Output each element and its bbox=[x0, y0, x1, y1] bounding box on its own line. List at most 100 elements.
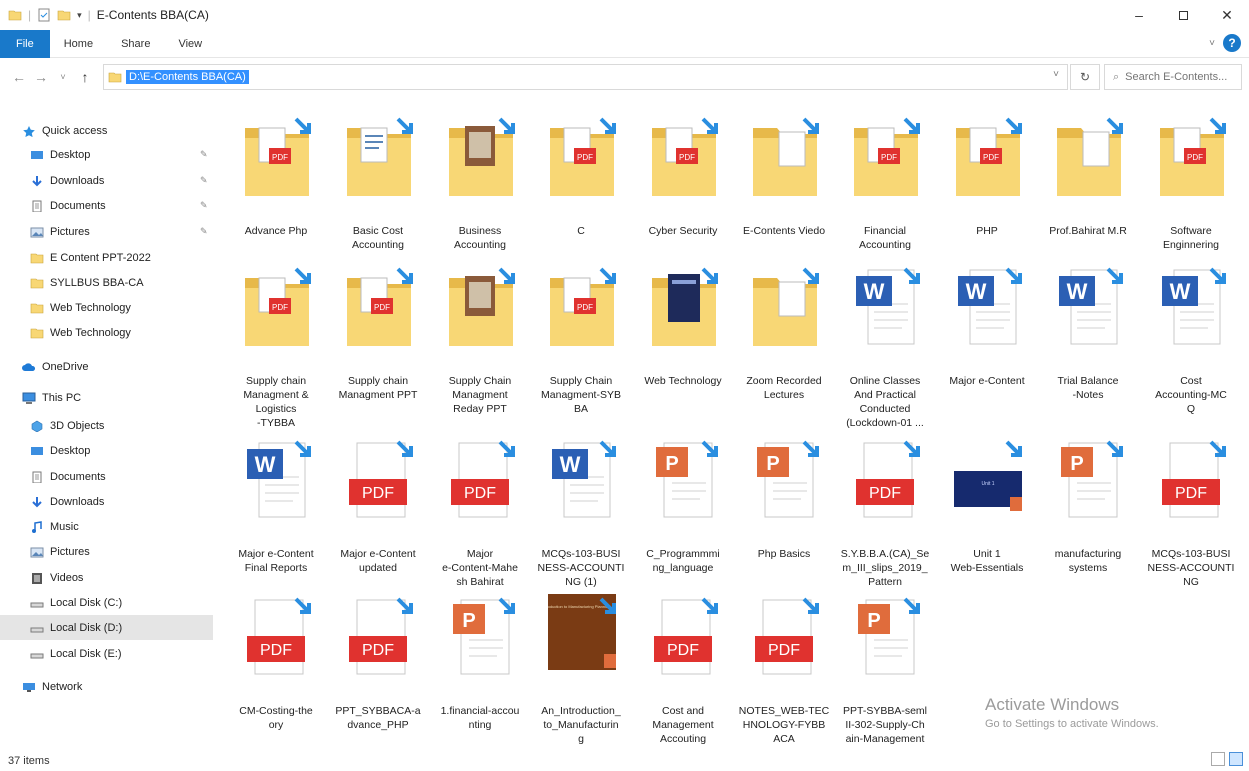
file-item[interactable]: P PPT-SYBBA-seml II-302-Supply-Ch ain-Manag… bbox=[834, 594, 936, 754]
file-item[interactable]: An Introduction to Manufacturing Plannin… bbox=[530, 594, 632, 754]
file-item[interactable]: P C_Programmmi ng_language bbox=[632, 437, 734, 597]
sidebar-item[interactable]: E Content PPT-2022 bbox=[0, 245, 213, 270]
maximize-button[interactable] bbox=[1161, 0, 1205, 30]
file-name-label: C_Programmmi ng_language bbox=[646, 548, 720, 574]
file-name-label: Cost and Management Accouting bbox=[652, 705, 714, 745]
svg-text:PDF: PDF bbox=[881, 153, 897, 162]
file-item[interactable]: P 1.financial-accou nting bbox=[429, 594, 531, 754]
tab-home[interactable]: Home bbox=[50, 30, 107, 58]
folder-item[interactable]: PDF Financial Accounting bbox=[834, 114, 936, 274]
pin-icon[interactable]: ✎ bbox=[200, 149, 208, 160]
customize-chevron-icon[interactable]: ▾ bbox=[77, 10, 82, 21]
shortcut-arrow-icon bbox=[802, 267, 819, 284]
file-item[interactable]: Pmanufacturing systems bbox=[1037, 437, 1139, 597]
back-arrow-icon[interactable]: ← bbox=[8, 69, 30, 85]
address-bar[interactable]: D:\E-Contents BBA(CA) ˅ bbox=[103, 64, 1068, 90]
recent-locations-chevron-icon[interactable]: ˅ bbox=[52, 72, 74, 82]
sidebar-item[interactable]: Local Disk (C:) bbox=[0, 590, 213, 615]
sidebar-item[interactable]: Documents bbox=[0, 464, 213, 489]
folder-item[interactable]: PDF PHP bbox=[936, 114, 1038, 274]
folder-icon bbox=[108, 72, 122, 83]
tab-share[interactable]: Share bbox=[107, 30, 164, 58]
file-item[interactable]: PDF Cost and Management Accouting bbox=[632, 594, 734, 754]
large-icons-view-button[interactable] bbox=[1229, 752, 1243, 766]
help-icon[interactable]: ? bbox=[1223, 34, 1241, 52]
sidebar-item[interactable]: OneDrive bbox=[0, 354, 213, 379]
file-item[interactable]: W Major e-Content bbox=[936, 264, 1038, 424]
tab-view[interactable]: View bbox=[164, 30, 216, 58]
folder-item[interactable]: Basic Cost Accounting bbox=[327, 114, 429, 274]
file-item[interactable]: PDF PPT_SYBBACA-a dvance_PHP bbox=[327, 594, 429, 754]
folder-item[interactable]: PDF Advance Php bbox=[225, 114, 327, 274]
folder-item[interactable]: Zoom Recorded Lectures bbox=[733, 264, 835, 424]
sidebar-item[interactable]: Local Disk (E:) bbox=[0, 641, 213, 666]
file-item[interactable]: P Php Basics bbox=[733, 437, 835, 597]
separator: | bbox=[87, 8, 91, 22]
address-path[interactable]: D:\E-Contents BBA(CA) bbox=[126, 70, 249, 84]
file-name-label: Major e-Content Final Reports bbox=[238, 548, 314, 574]
file-item[interactable]: PDF CM-Costing-the ory bbox=[225, 594, 327, 754]
file-item[interactable]: PDF Major e-Content updated bbox=[327, 437, 429, 597]
sidebar-item[interactable]: This PC bbox=[0, 385, 213, 410]
file-item[interactable]: W MCQs-103-BUSI NESS-ACCOUNTI NG (1) bbox=[530, 437, 632, 597]
new-folder-icon[interactable] bbox=[57, 8, 71, 22]
sidebar-item[interactable]: Desktop ✎ bbox=[0, 142, 213, 167]
sidebar-item[interactable]: Documents ✎ bbox=[0, 193, 213, 218]
folder-item[interactable]: PDF C bbox=[530, 114, 632, 274]
folder-item[interactable]: PDF Cyber Security bbox=[632, 114, 734, 274]
sidebar-item[interactable]: SYLLBUS BBA-CA bbox=[0, 270, 213, 295]
file-item[interactable]: W Trial Balance -Notes bbox=[1037, 264, 1139, 424]
search-box[interactable]: ⌕ bbox=[1104, 64, 1242, 90]
refresh-button[interactable]: ↻ bbox=[1070, 64, 1100, 90]
folder-item[interactable]: PDF Supply chain Managment PPT bbox=[327, 264, 429, 424]
folder-item[interactable]: Supply Chain Managment Reday PPT bbox=[429, 264, 531, 424]
sidebar-item[interactable]: Downloads ✎ bbox=[0, 168, 213, 193]
shortcut-arrow-icon bbox=[396, 267, 413, 284]
sidebar-item[interactable]: Music bbox=[0, 514, 213, 539]
address-dropdown-icon[interactable]: ˅ bbox=[1053, 69, 1059, 80]
properties-icon[interactable] bbox=[37, 8, 51, 22]
folder-item[interactable]: Business Accounting bbox=[429, 114, 531, 274]
sidebar-item[interactable]: Network bbox=[0, 674, 213, 699]
expand-ribbon-chevron-icon[interactable]: ˅ bbox=[1209, 38, 1215, 49]
shortcut-arrow-icon bbox=[903, 117, 920, 134]
sidebar-item[interactable]: Downloads bbox=[0, 489, 213, 514]
file-item[interactable]: W Cost Accounting-MC Q bbox=[1140, 264, 1242, 424]
search-input[interactable] bbox=[1125, 71, 1236, 83]
details-view-button[interactable] bbox=[1211, 752, 1225, 766]
file-item[interactable]: W Major e-Content Final Reports bbox=[225, 437, 327, 597]
pin-icon[interactable]: ✎ bbox=[200, 226, 208, 237]
minimize-button[interactable]: – bbox=[1117, 0, 1161, 30]
sidebar-item[interactable]: Desktop bbox=[0, 438, 213, 463]
file-name-label: MCQs-103-BUSI NESS-ACCOUNTI NG bbox=[1147, 548, 1235, 588]
forward-arrow-icon[interactable]: → bbox=[30, 69, 52, 85]
close-button[interactable]: ✕ bbox=[1205, 0, 1249, 30]
sidebar-item[interactable]: Videos bbox=[0, 565, 213, 590]
sidebar-item[interactable]: 3D Objects bbox=[0, 413, 213, 438]
shortcut-arrow-icon bbox=[701, 117, 718, 134]
folder-item[interactable]: E-Contents Viedo bbox=[733, 114, 835, 274]
folder-item[interactable]: PDF Supply chain Managment & Logistics -TYBB… bbox=[225, 264, 327, 429]
folder-item[interactable]: Prof.Bahirat M.R bbox=[1037, 114, 1139, 274]
up-arrow-icon[interactable]: ↑ bbox=[74, 69, 96, 85]
file-item[interactable]: PDF Major e-Content-Mahe sh Bahirat bbox=[429, 437, 531, 597]
folder-item[interactable]: Web Technology bbox=[632, 264, 734, 424]
file-item[interactable]: W Online Classes And Practical Conducted (Lo… bbox=[834, 264, 936, 429]
folder-item[interactable]: PDF Supply Chain Managment-SYB BA bbox=[530, 264, 632, 424]
file-item[interactable]: Unit 1 Unit 1 Web-Essentials bbox=[936, 437, 1038, 597]
sidebar-item[interactable]: Web Technology bbox=[0, 295, 213, 320]
pin-icon[interactable]: ✎ bbox=[200, 175, 208, 186]
folder-item[interactable]: PDF Software Enginnering bbox=[1140, 114, 1242, 274]
sidebar-item[interactable]: Quick access bbox=[0, 118, 213, 143]
sidebar-item[interactable]: Pictures ✎ bbox=[0, 219, 213, 244]
pin-icon[interactable]: ✎ bbox=[200, 200, 208, 211]
sidebar-item[interactable]: Local Disk (D:) bbox=[0, 615, 213, 640]
sidebar-item[interactable]: Web Technology bbox=[0, 320, 213, 345]
sidebar-item-label: E Content PPT-2022 bbox=[50, 251, 151, 264]
sidebar-item[interactable]: Pictures bbox=[0, 539, 213, 564]
shortcut-arrow-icon bbox=[701, 597, 718, 614]
file-item[interactable]: PDF NOTES_WEB-TEC HNOLOGY-FYBB ACA bbox=[733, 594, 835, 754]
file-item[interactable]: PDF S.Y.B.B.A.(CA)_Se m_III_slips_2019_ Pat… bbox=[834, 437, 936, 597]
tab-file[interactable]: File bbox=[0, 29, 50, 58]
file-item[interactable]: PDF MCQs-103-BUSI NESS-ACCOUNTI NG bbox=[1140, 437, 1242, 597]
